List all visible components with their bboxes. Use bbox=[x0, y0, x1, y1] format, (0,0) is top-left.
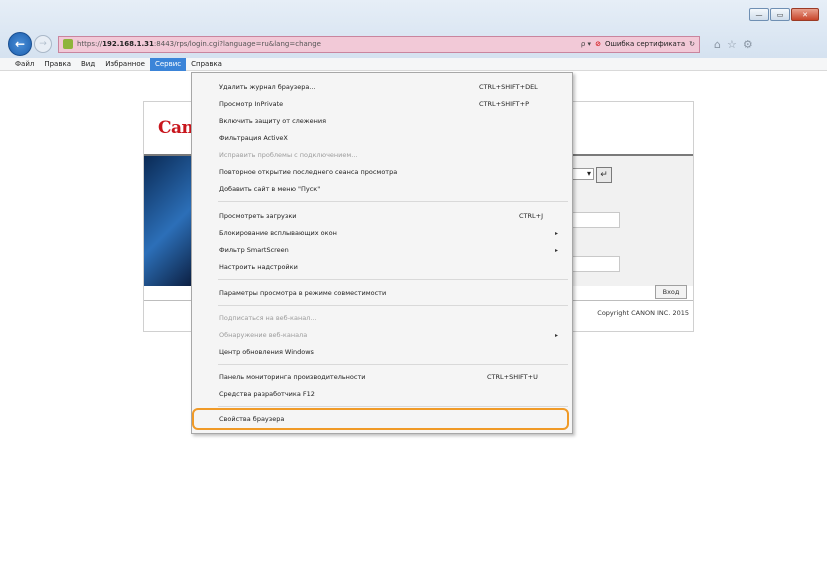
menu-item-shortcut: CTRL+J bbox=[519, 212, 544, 220]
submenu-arrow-icon: ▸ bbox=[555, 246, 559, 254]
menubar-item[interactable]: Правка bbox=[39, 58, 76, 71]
browser-titlebar: — ▭ ✕ ← → https://192.168.1.31:8443/rps/… bbox=[0, 0, 827, 58]
certificate-error-shield-icon[interactable]: ⊘ bbox=[595, 40, 601, 48]
menu-item-label: Просмотр InPrivate bbox=[219, 100, 284, 108]
menu-item-delete-history[interactable]: Удалить журнал браузера... CTRL+SHIFT+DE… bbox=[192, 80, 572, 94]
address-bar[interactable]: https://192.168.1.31:8443/rps/login.cgi?… bbox=[58, 35, 700, 53]
menu-item-label: Блокирование всплывающих окон bbox=[219, 229, 337, 237]
back-arrow-icon[interactable]: ← bbox=[8, 32, 32, 56]
maximize-button[interactable]: ▭ bbox=[770, 8, 790, 21]
toolbar-icons: ⌂ ☆ ⚙ bbox=[714, 38, 753, 51]
highlight-outline bbox=[192, 408, 569, 430]
menubar-item[interactable]: Справка bbox=[186, 58, 227, 71]
refresh-icon[interactable]: ↻ bbox=[689, 40, 695, 48]
hero-image bbox=[144, 156, 194, 286]
menu-item-popup-blocker[interactable]: Блокирование всплывающих окон ▸ bbox=[192, 226, 572, 240]
menubar-item[interactable]: Избранное bbox=[100, 58, 150, 71]
menu-item-view-downloads[interactable]: Просмотреть загрузки CTRL+J bbox=[192, 209, 572, 223]
menu-separator bbox=[218, 305, 568, 306]
menu-item-label: Параметры просмотра в режиме совместимос… bbox=[219, 289, 387, 297]
menu-item-label: Удалить журнал браузера... bbox=[219, 83, 316, 91]
menu-item-add-to-start[interactable]: Добавить сайт в меню "Пуск" bbox=[192, 182, 572, 196]
tools-menu-dropdown: Удалить журнал браузера... CTRL+SHIFT+DE… bbox=[191, 72, 573, 434]
menu-item-reopen-session[interactable]: Повторное открытие последнего сеанса про… bbox=[192, 165, 572, 179]
menu-item-windows-update[interactable]: Центр обновления Windows bbox=[192, 345, 572, 359]
submenu-arrow-icon: ▸ bbox=[555, 229, 559, 237]
forward-arrow-icon[interactable]: → bbox=[34, 35, 52, 53]
menubar-item[interactable]: Вид bbox=[76, 58, 100, 71]
menu-item-label: Исправить проблемы с подключением... bbox=[219, 151, 358, 159]
copyright-text: Copyright CANON INC. 2015 bbox=[597, 309, 689, 317]
menu-item-label: Настроить надстройки bbox=[219, 263, 298, 271]
menu-item-shortcut: CTRL+SHIFT+P bbox=[479, 100, 529, 108]
menu-item-label: Центр обновления Windows bbox=[219, 348, 314, 356]
menu-item-shortcut: CTRL+SHIFT+DEL bbox=[479, 83, 538, 91]
menu-item-fix-connection: Исправить проблемы с подключением... bbox=[192, 148, 572, 162]
address-right: ρ ▾ ⊘ Ошибка сертификата ↻ bbox=[581, 40, 695, 48]
menu-item-label: Подписаться на веб-канал... bbox=[219, 314, 317, 322]
menu-item-shortcut: CTRL+SHIFT+U bbox=[487, 373, 538, 381]
menu-separator bbox=[218, 364, 568, 365]
menu-item-performance-dashboard[interactable]: Панель мониторинга производительности CT… bbox=[192, 370, 572, 384]
menu-item-f12-tools[interactable]: Средства разработчика F12 bbox=[192, 387, 572, 401]
menu-bar: Файл Правка Вид Избранное Сервис Справка bbox=[0, 57, 827, 71]
minimize-button[interactable]: — bbox=[749, 8, 769, 21]
menu-item-smartscreen[interactable]: Фильтр SmartScreen ▸ bbox=[192, 243, 572, 257]
menu-item-tracking-protection[interactable]: Включить защиту от слежения bbox=[192, 114, 572, 128]
certificate-error-label[interactable]: Ошибка сертификата bbox=[605, 40, 685, 48]
home-icon[interactable]: ⌂ bbox=[714, 38, 721, 51]
menu-item-label: Добавить сайт в меню "Пуск" bbox=[219, 185, 321, 193]
settings-gear-icon[interactable]: ⚙ bbox=[743, 38, 753, 51]
window-controls: — ▭ ✕ bbox=[749, 8, 819, 21]
menu-item-label: Просмотреть загрузки bbox=[219, 212, 297, 220]
menubar-item[interactable]: Сервис bbox=[149, 57, 187, 71]
url-text: https://192.168.1.31:8443/rps/login.cgi?… bbox=[77, 40, 321, 48]
go-arrow-icon[interactable]: ↵ bbox=[596, 167, 612, 183]
search-dropdown-icon[interactable]: ρ ▾ bbox=[581, 40, 591, 48]
menu-item-activex-filtering[interactable]: Фильтрация ActiveX bbox=[192, 131, 572, 145]
menu-separator bbox=[218, 406, 568, 407]
menu-item-feed-discovery: Обнаружение веб-канала ▸ bbox=[192, 328, 572, 342]
menu-item-label: Обнаружение веб-канала bbox=[219, 331, 308, 339]
menu-item-manage-addons[interactable]: Настроить надстройки bbox=[192, 260, 572, 274]
menu-separator bbox=[218, 201, 568, 202]
menu-separator bbox=[218, 279, 568, 280]
menu-item-inprivate[interactable]: Просмотр InPrivate CTRL+SHIFT+P bbox=[192, 97, 572, 111]
menu-item-label: Панель мониторинга производительности bbox=[219, 373, 366, 381]
menu-item-label: Фильтрация ActiveX bbox=[219, 134, 288, 142]
menu-item-subscribe-feed: Подписаться на веб-канал... bbox=[192, 311, 572, 325]
menu-item-label: Повторное открытие последнего сеанса про… bbox=[219, 168, 398, 176]
login-button[interactable]: Вход bbox=[655, 285, 687, 299]
menubar-item[interactable]: Файл bbox=[10, 58, 39, 71]
menu-item-label: Средства разработчика F12 bbox=[219, 390, 315, 398]
navigation-row: ← → https://192.168.1.31:8443/rps/login.… bbox=[8, 32, 819, 56]
close-button[interactable]: ✕ bbox=[791, 8, 819, 21]
favorites-star-icon[interactable]: ☆ bbox=[727, 38, 737, 51]
submenu-arrow-icon: ▸ bbox=[555, 331, 559, 339]
menu-item-compatibility-view[interactable]: Параметры просмотра в режиме совместимос… bbox=[192, 286, 572, 300]
menu-item-label: Включить защиту от слежения bbox=[219, 117, 327, 125]
menu-item-label: Фильтр SmartScreen bbox=[219, 246, 289, 254]
page-favicon-icon bbox=[63, 39, 73, 49]
